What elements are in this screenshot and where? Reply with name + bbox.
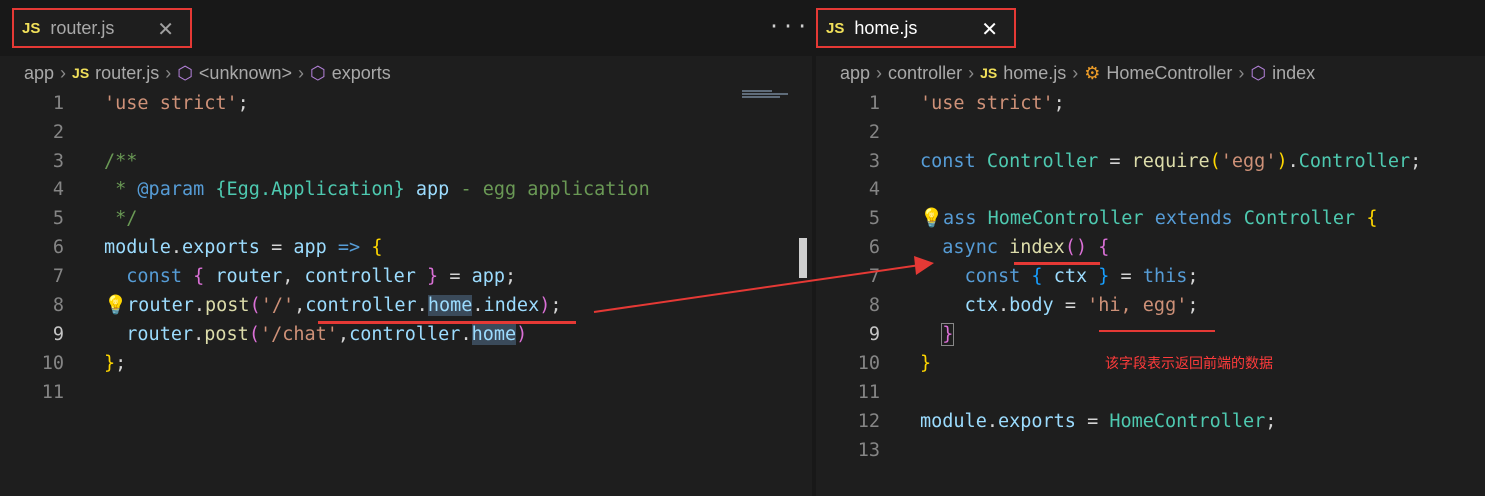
annotation-arrow	[593, 256, 934, 313]
